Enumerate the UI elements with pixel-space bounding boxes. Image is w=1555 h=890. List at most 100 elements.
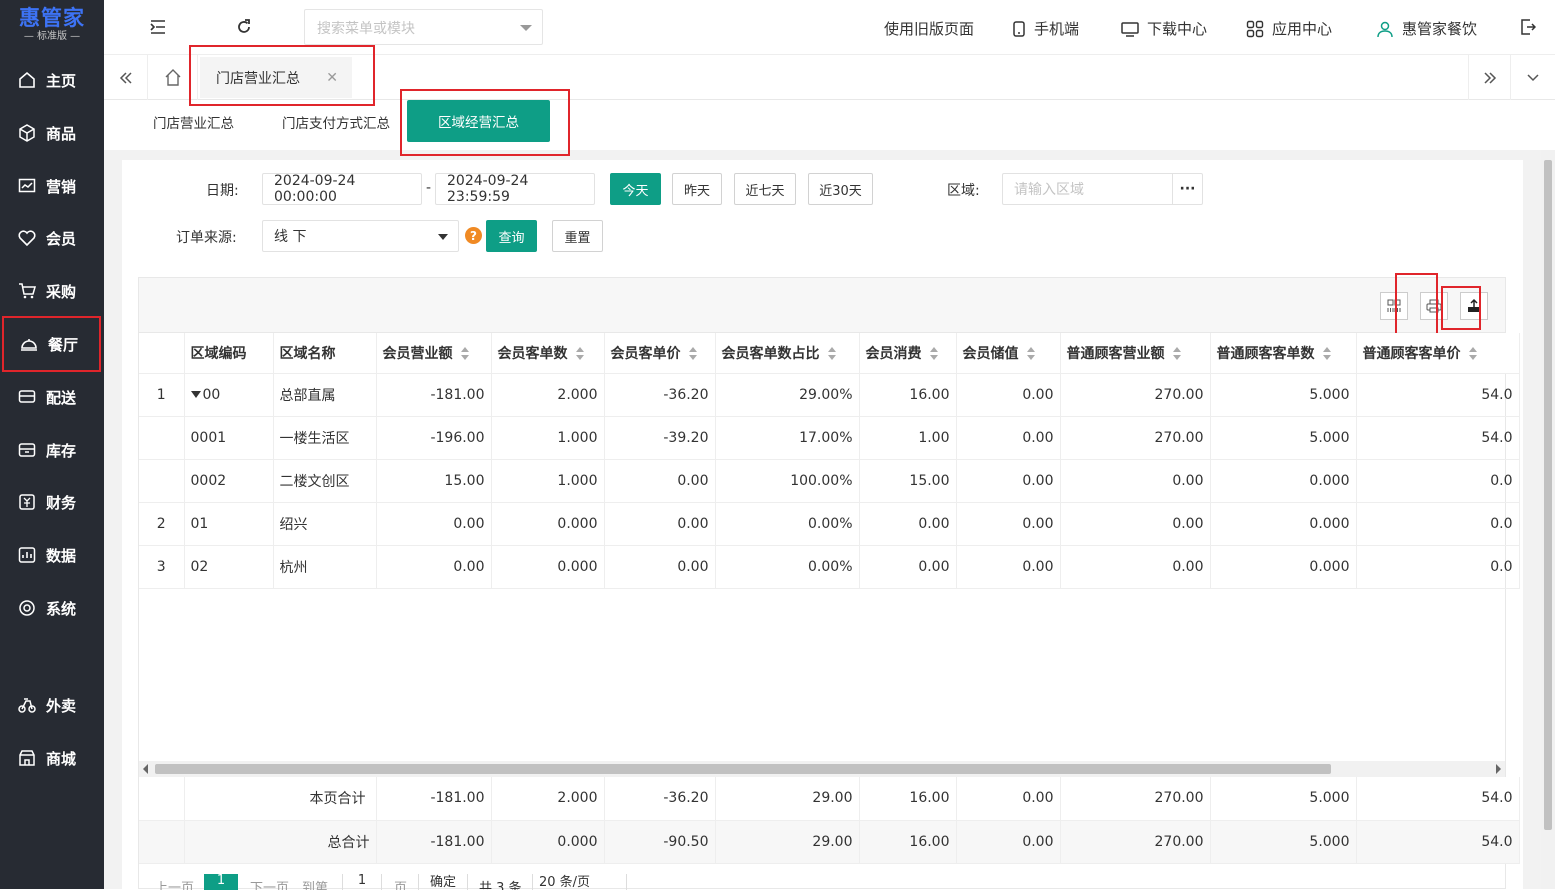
last-7-days-button[interactable]: 近七天	[734, 173, 796, 205]
print-icon[interactable]	[1420, 292, 1448, 320]
sidebar-item-label: 主页	[46, 71, 77, 90]
search-input[interactable]: 搜索菜单或模块	[304, 9, 543, 45]
table-row[interactable]: 0002 二楼文创区 15.00 1.000 0.00 100.00% 15.00 0.00 0…	[139, 459, 1520, 503]
close-icon[interactable]: ✕	[326, 70, 338, 86]
export-icon[interactable]	[1460, 292, 1488, 320]
row-index: 2	[139, 502, 185, 546]
logout-icon[interactable]	[1518, 17, 1538, 37]
sort-icon[interactable]	[688, 347, 698, 361]
sidebar-item-8[interactable]: 财务	[0, 476, 104, 528]
sort-icon[interactable]	[575, 347, 585, 361]
goto-confirm-button[interactable]: 确定	[418, 874, 468, 890]
column-header[interactable]: 普通顾客客单数	[1210, 333, 1357, 374]
help-icon[interactable]: ?	[465, 227, 482, 244]
vertical-scrollbar[interactable]	[1541, 150, 1555, 889]
sort-icon[interactable]	[827, 347, 837, 361]
download-center-link[interactable]: 下载中心	[1121, 18, 1207, 39]
column-header[interactable]: 普通顾客客单价	[1356, 333, 1520, 374]
scroll-left-icon[interactable]	[143, 764, 148, 774]
sidebar-item-7[interactable]: 库存	[0, 424, 104, 476]
column-header[interactable]: 会员客单数	[491, 333, 605, 374]
last-30-days-button[interactable]: 近30天	[808, 173, 873, 205]
sidebar-item-6[interactable]: 配送	[0, 371, 104, 423]
value-cell: 0.000	[1210, 459, 1357, 503]
sidebar-item-2[interactable]: 营销	[0, 160, 104, 212]
column-header: 区域编码	[184, 333, 274, 374]
value-cell: -196.00	[376, 416, 492, 460]
subtab-payment-summary[interactable]: 门店支付方式汇总	[282, 112, 390, 132]
horizontal-scroll-thumb[interactable]	[155, 764, 1331, 774]
value-cell: 0.0	[1356, 502, 1520, 546]
sidebar-item-label: 系统	[46, 599, 77, 618]
home-tab-icon[interactable]	[148, 55, 198, 100]
subtab-store-summary[interactable]: 门店营业汇总	[153, 112, 234, 132]
sidebar-item-3[interactable]: 会员	[0, 212, 104, 264]
sidebar-item-9[interactable]: 数据	[0, 529, 104, 581]
date-start-input[interactable]: 2024-09-24 00:00:00	[262, 173, 422, 205]
next-page-button[interactable]: 下一页	[250, 877, 289, 890]
region-placeholder: 请输入区域	[1014, 182, 1084, 198]
table-row[interactable]: 2 01 绍兴 0.00 0.000 0.00 0.00% 0.00 0.00 0.00 0.000…	[139, 502, 1520, 546]
query-button[interactable]: 查询	[486, 220, 537, 252]
sort-icon[interactable]	[1172, 347, 1182, 361]
summary-value-cell: -90.50	[604, 820, 716, 864]
order-source-select[interactable]: 线 下	[262, 220, 459, 252]
prev-page-button[interactable]: 上一页	[155, 877, 194, 890]
column-header[interactable]: 普通顾客营业额	[1060, 333, 1211, 374]
sidebar-item-12[interactable]: 商城	[0, 732, 104, 784]
today-button[interactable]: 今天	[610, 173, 661, 205]
horizontal-scrollbar[interactable]	[139, 761, 1505, 777]
sidebar-item-10[interactable]: 系统	[0, 582, 104, 634]
user-menu[interactable]: 惠管家餐饮	[1376, 18, 1477, 39]
table-row[interactable]: 1 00 总部直属 -181.00 2.000 -36.20 29.00% 16.00 0.00…	[139, 373, 1520, 417]
tabs-menu-chevron-icon[interactable]	[1511, 55, 1555, 100]
sidebar-item-11[interactable]: 外卖	[0, 679, 104, 731]
column-header[interactable]: 会员营业额	[376, 333, 492, 374]
content-area: 日期: 2024-09-24 00:00:00 - 2024-09-24 23:…	[104, 150, 1555, 890]
table-row[interactable]: 0001 一楼生活区 -196.00 1.000 -39.20 17.00% 1.00 0.0…	[139, 416, 1520, 460]
sort-icon[interactable]	[1026, 347, 1036, 361]
apps-label: 应用中心	[1272, 20, 1333, 38]
subtab-region-summary[interactable]: 区域经营汇总	[407, 100, 550, 142]
value-cell: 0.000	[491, 502, 605, 546]
tabs-scroll-right-icon[interactable]	[1468, 55, 1511, 100]
old-page-link[interactable]: 使用旧版页面	[884, 18, 974, 39]
value-cell: 0.00	[1060, 502, 1211, 546]
vertical-scroll-thumb[interactable]	[1544, 160, 1552, 830]
app-center-link[interactable]: 应用中心	[1246, 18, 1332, 39]
refresh-icon[interactable]	[234, 17, 254, 37]
sort-icon[interactable]	[1322, 347, 1332, 361]
columns-icon[interactable]	[1380, 292, 1408, 320]
date-end-input[interactable]: 2024-09-24 23:59:59	[435, 173, 595, 205]
goto-page-input[interactable]: 1	[342, 874, 382, 890]
tab-store-summary[interactable]: 门店营业汇总 ✕	[200, 57, 352, 98]
reset-button[interactable]: 重置	[552, 220, 603, 252]
column-header[interactable]: 会员客单数占比	[715, 333, 860, 374]
yesterday-button[interactable]: 昨天	[672, 173, 722, 205]
sort-icon[interactable]	[929, 347, 939, 361]
page-size-value: 20 条/页	[539, 874, 591, 890]
sidebar-item-4[interactable]: 采购	[0, 265, 104, 317]
tabs-scroll-left-icon[interactable]	[104, 55, 148, 100]
scroll-right-icon[interactable]	[1496, 764, 1501, 774]
column-header[interactable]: 会员储值	[956, 333, 1061, 374]
expand-triangle-icon[interactable]	[190, 391, 201, 398]
sidebar-item-0[interactable]: 主页	[0, 54, 104, 106]
sort-icon[interactable]	[1468, 347, 1478, 361]
user-name: 惠管家餐饮	[1402, 20, 1478, 38]
phone-icon	[1012, 20, 1026, 37]
column-header[interactable]: 会员客单价	[604, 333, 716, 374]
region-input[interactable]: 请输入区域 ···	[1002, 173, 1203, 205]
sidebar-item-5[interactable]: 餐厅	[2, 316, 101, 372]
column-header[interactable]: 会员消费	[859, 333, 957, 374]
menu-collapse-icon[interactable]	[148, 17, 168, 37]
page-size-select[interactable]: 20 条/页	[532, 874, 627, 890]
table-row[interactable]: 3 02 杭州 0.00 0.000 0.00 0.00% 0.00 0.00 0.00 0.000…	[139, 545, 1520, 589]
more-dots-icon[interactable]: ···	[1172, 174, 1202, 204]
sort-icon[interactable]	[460, 347, 470, 361]
mobile-link[interactable]: 手机端	[1012, 18, 1079, 39]
sidebar-item-1[interactable]: 商品	[0, 107, 104, 159]
user-avatar-icon	[1376, 20, 1394, 38]
page-1-button[interactable]: 1	[204, 874, 238, 890]
order-source-label: 订单来源:	[176, 230, 237, 246]
